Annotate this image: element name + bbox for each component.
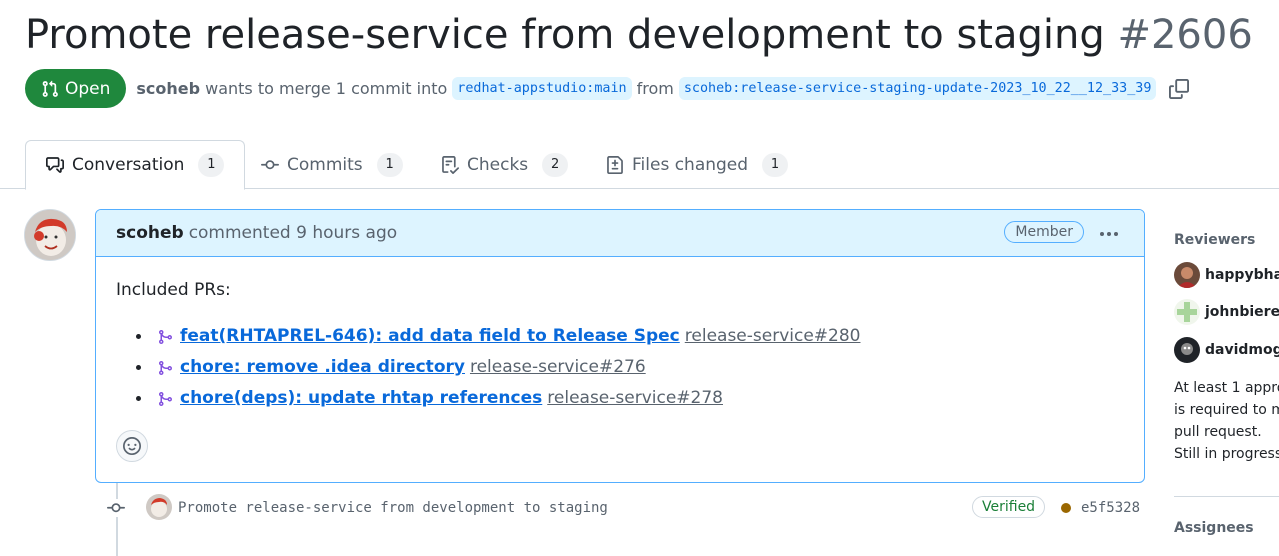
tab-conversation[interactable]: Conversation 1 — [25, 140, 246, 190]
progress-note: Still in progress? — [1174, 446, 1279, 462]
tab-commits[interactable]: Commits 1 — [261, 140, 403, 189]
comment-box: scoheb commented 9 hours ago Member Incl… — [95, 209, 1145, 483]
tab-label: Commits — [287, 154, 363, 175]
tab-label: Files changed — [632, 154, 749, 175]
tab-counter: 2 — [542, 152, 569, 177]
list-item: chore: remove .idea directory release-se… — [134, 352, 1124, 383]
add-reaction-button[interactable] — [116, 430, 148, 462]
avatar — [1174, 262, 1200, 288]
git-commit-icon — [106, 499, 126, 517]
included-prs-list: feat(RHTAPREL-646): add data field to Re… — [116, 321, 1124, 414]
sidebar: Reviewers happybhati johnbieren davidmog… — [1174, 0, 1279, 556]
bullet-icon — [136, 334, 141, 339]
kebab-horizontal-icon[interactable] — [1096, 223, 1122, 245]
pr-ref-link[interactable]: release-service#278 — [547, 383, 723, 414]
git-commit-icon — [261, 156, 279, 174]
list-item: chore(deps): update rhtap references rel… — [134, 383, 1124, 414]
commit-message-link[interactable]: Promote release-service from development… — [178, 498, 608, 518]
reviewer-item[interactable]: happybhati — [1174, 262, 1279, 288]
tab-counter: 1 — [376, 152, 403, 177]
avatar — [1174, 299, 1200, 325]
git-pull-request-icon — [157, 360, 180, 376]
smiley-icon — [123, 437, 141, 455]
tab-counter: 1 — [762, 152, 789, 177]
avatar[interactable] — [24, 209, 76, 261]
pr-ref-link[interactable]: release-service#276 — [470, 352, 646, 383]
base-branch[interactable]: redhat-appstudio:main — [452, 77, 632, 100]
avatar — [1174, 337, 1200, 363]
comment-timestamp[interactable]: commented 9 hours ago — [189, 223, 397, 243]
approval-note: At least 1 approving review is required … — [1174, 380, 1279, 440]
comment-discussion-icon — [46, 156, 64, 174]
reviewer-item[interactable]: johnbieren — [1174, 299, 1279, 325]
reviewers-heading[interactable]: Reviewers — [1174, 232, 1255, 248]
comment-intro: Included PRs: — [116, 280, 231, 300]
pr-meta: Open scoheb wants to merge 1 commit into… — [25, 69, 1190, 108]
pr-title-text: Promote release-service from development… — [25, 12, 1105, 58]
pr-tabs: Conversation 1 Commits 1 Checks 2 Files … — [0, 140, 1279, 190]
list-item: feat(RHTAPREL-646): add data field to Re… — [134, 321, 1124, 352]
tab-counter: 1 — [198, 153, 225, 177]
comment-header: scoheb commented 9 hours ago Member — [96, 210, 1144, 257]
state-badge: Open — [25, 69, 127, 108]
comment-body: Included PRs: feat(RHTAPREL-646): add da… — [96, 257, 1144, 414]
pr-ref-link[interactable]: release-service#280 — [685, 321, 861, 352]
timeline-line — [116, 483, 118, 556]
reviewer-name: happybhati — [1205, 267, 1279, 283]
bullet-icon — [136, 396, 141, 401]
git-pull-request-icon — [157, 391, 180, 407]
from-text: from — [636, 79, 674, 98]
pending-status-icon[interactable] — [1061, 503, 1071, 513]
git-pull-request-icon — [157, 329, 180, 345]
tab-label: Conversation — [72, 155, 185, 175]
reviewer-name: johnbieren — [1205, 304, 1279, 320]
merge-text: wants to merge 1 commit into — [205, 79, 448, 98]
state-label: Open — [65, 78, 111, 99]
checklist-icon — [441, 155, 459, 174]
reviewer-item[interactable]: davidmogar — [1174, 337, 1279, 363]
commit-sha-link[interactable]: e5f5328 — [1081, 498, 1140, 518]
tab-files-changed[interactable]: Files changed 1 — [606, 140, 789, 189]
tab-label: Checks — [467, 154, 529, 175]
sidebar-divider — [1174, 496, 1279, 497]
pr-title: Promote release-service from development… — [25, 10, 1253, 60]
tab-checks[interactable]: Checks 2 — [441, 140, 569, 189]
git-pull-request-icon — [41, 80, 59, 98]
comment-author-link[interactable]: scoheb — [116, 223, 184, 243]
head-branch[interactable]: scoheb:release-service-staging-update-20… — [678, 77, 1157, 100]
avatar[interactable] — [146, 494, 172, 520]
file-diff-icon — [606, 155, 624, 174]
pr-author-link[interactable]: scoheb — [136, 79, 200, 98]
assignees-heading[interactable]: Assignees — [1174, 520, 1254, 536]
pr-link[interactable]: chore: remove .idea directory — [180, 352, 465, 383]
pr-link[interactable]: chore(deps): update rhtap references — [180, 383, 542, 414]
verified-badge[interactable]: Verified — [972, 496, 1046, 518]
bullet-icon — [136, 365, 141, 370]
reviewer-name: davidmogar — [1205, 342, 1279, 358]
member-badge: Member — [1004, 221, 1084, 243]
pr-link[interactable]: feat(RHTAPREL-646): add data field to Re… — [180, 321, 680, 352]
